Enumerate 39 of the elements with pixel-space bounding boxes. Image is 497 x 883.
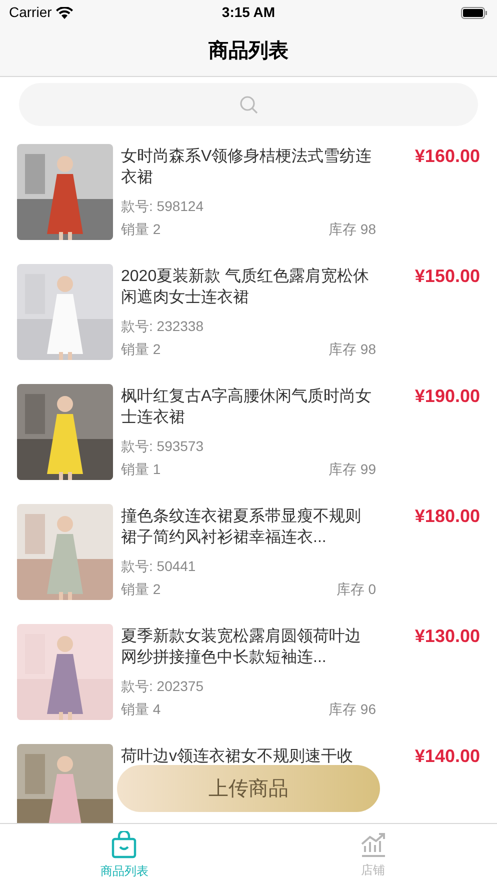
- sales-count: 销量 2: [121, 580, 161, 599]
- stock-count: 库存 0: [336, 580, 376, 599]
- stock-count: 库存 96: [328, 700, 376, 719]
- product-price: ¥130.00: [414, 625, 480, 648]
- stock-count: 库存 99: [328, 460, 376, 479]
- product-title: 撞色条纹连衣裙夏系带显瘦不规则裙子简约风衬衫裙幸福连衣...: [121, 506, 362, 548]
- style-number: 款号: 202375: [121, 677, 204, 696]
- product-title: 夏季新款女装宽松露肩圆领荷叶边网纱拼接撞色中长款短袖连...: [121, 626, 362, 668]
- style-number: 款号: 232338: [121, 317, 204, 336]
- style-number: 款号: 593573: [121, 437, 204, 456]
- product-price: ¥160.00: [414, 145, 480, 168]
- upload-product-button[interactable]: 上传商品: [117, 765, 380, 812]
- shopping-bag-icon: [111, 831, 138, 859]
- wifi-icon: [56, 6, 73, 18]
- stock-count: 库存 98: [328, 220, 376, 239]
- sales-count: 销量 1: [121, 460, 161, 479]
- product-title: 女时尚森系V领修身桔梗法式雪纺连衣裙: [121, 146, 373, 188]
- product-price: ¥150.00: [414, 265, 480, 288]
- page-title: 商品列表: [208, 38, 288, 64]
- style-number: 款号: 50441: [121, 557, 197, 576]
- search-icon: [238, 94, 258, 114]
- sales-count: 销量 4: [121, 700, 161, 719]
- battery-icon: [460, 6, 488, 18]
- product-title: 2020夏装新款 气质红色露肩宽松休闲遮肉女士连衣裙: [121, 266, 370, 308]
- tab-bar-item[interactable]: 店铺: [248, 824, 497, 883]
- search-field[interactable]: [19, 83, 478, 126]
- product-title: 枫叶红复古A字高腰休闲气质时尚女士连衣裙: [121, 386, 373, 428]
- product-title: 荷叶边v领连衣裙女不规则速干收: [121, 746, 354, 767]
- product-price: ¥140.00: [414, 745, 480, 768]
- carrier-label: Carrier: [9, 3, 52, 22]
- sales-count: 销量 2: [121, 220, 161, 239]
- status-time: 3:15 AM: [222, 3, 276, 22]
- product-price: ¥190.00: [414, 385, 480, 408]
- stock-count: 库存 98: [328, 340, 376, 359]
- product-price: ¥180.00: [414, 505, 480, 528]
- sales-count: 销量 2: [121, 340, 161, 359]
- style-number: 款号: 598124: [121, 197, 204, 216]
- bar-chart-icon: [360, 832, 386, 858]
- tab-bar-item[interactable]: 商品列表: [0, 824, 248, 883]
